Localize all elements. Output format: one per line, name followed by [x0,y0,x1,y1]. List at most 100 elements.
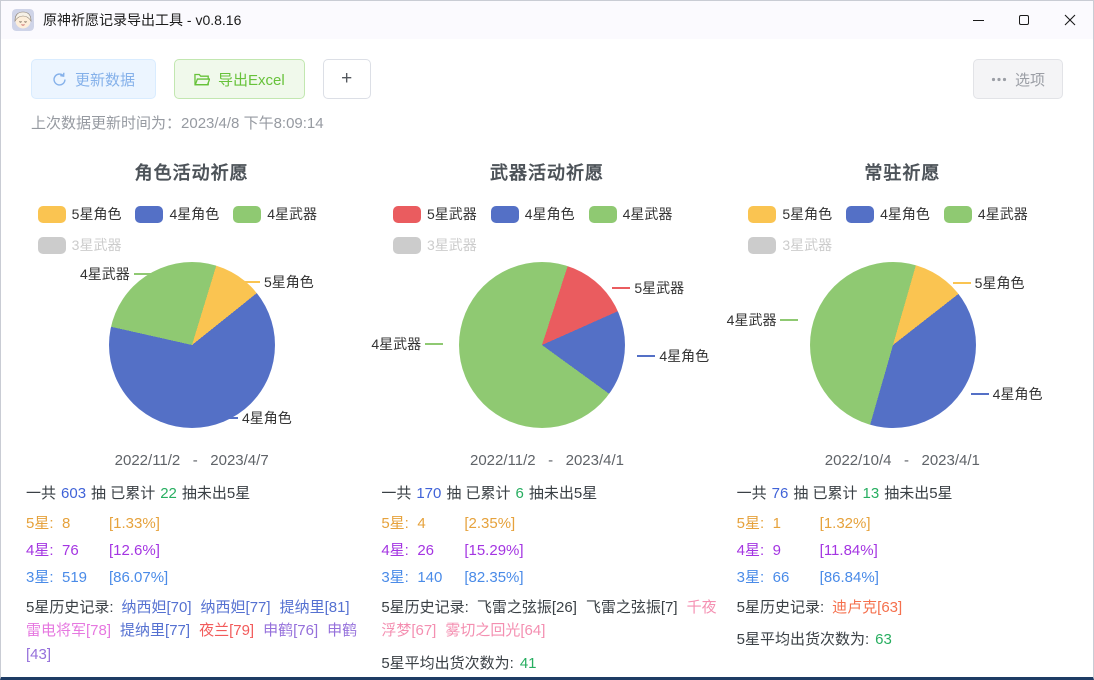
pie-slice-label: 5星角色 [949,273,1025,293]
history-entry: 雾切之回光[64] [445,622,546,640]
pie-label-text: 5星角色 [974,275,1025,291]
history-entry: 纳西妲[70] [121,599,192,616]
legend-marker [748,205,777,223]
legend-label: 3星武器 [782,237,833,253]
legend-item-3星武器[interactable]: 3星武器 [748,235,832,255]
total-line: 一共 603 抽 已累计 22 抽未出5星 [26,482,363,503]
legend-item-4星角色[interactable]: 4星角色 [846,204,930,224]
update-data-button[interactable]: 更新数据 [31,59,157,99]
pity-count: 13 [862,485,880,502]
star-stat-row: 5星: 1 [1.32%] [737,512,1074,533]
pie-chart-weapon-event[interactable] [459,262,626,428]
pie-label-text: 5星武器 [634,280,685,296]
star-percent: [86.07%] [109,569,169,586]
legend: 5星武器 4星角色 4星武器 3星武器 [392,204,701,255]
stats-block: 一共 603 抽 已累计 22 抽未出5星 5星: 8 [1.33%] 4星: 76 [12.6%]… [14,482,369,677]
minimize-button[interactable] [955,1,1001,39]
label-connector-line [133,273,152,275]
label-connector-line [612,287,631,289]
pie-slice-label: 4星角色 [967,384,1043,404]
window-controls [955,1,1093,39]
date-range: 2022/11/2 - 2023/4/1 [469,452,624,469]
legend-marker [233,205,262,223]
pie-slice-label: 4星武器 [371,334,447,354]
chart-column-standard: 常驻祈愿 5星角色 4星角色 4星武器 3星武器 5星角色 4星武器 4星角色 2022/10/… [725,145,1080,677]
chart-column-weapon-event: 武器活动祈愿 5星武器 4星角色 4星武器 3星武器 5星武器 4星角色 4星武器 2022/1… [369,145,724,677]
legend: 5星角色 4星角色 4星武器 3星武器 [748,204,1056,255]
history-entry: 飞雷之弦振[26] [476,599,577,616]
legend-item-5星武器[interactable]: 5星武器 [392,204,477,224]
label-connector-line [780,319,799,321]
legend-label: 5星角色 [782,206,833,222]
pie-slice-label: 4星武器 [80,264,156,284]
total-line-text: 抽 已累计 [446,485,511,502]
legend-label: 3星武器 [426,237,477,253]
star-count: 26 [417,542,435,559]
total-line-text: 抽未出5星 [528,485,598,502]
star-count: 1 [772,515,781,532]
legend-label: 3星武器 [71,237,122,253]
pie-label-text: 5星角色 [264,274,314,290]
pie-slice-label: 4星角色 [633,346,709,366]
legend-marker [943,205,972,223]
legend-item-4星武器[interactable]: 4星武器 [233,204,317,224]
legend-marker [392,236,421,254]
titlebar: 原神祈愿记录导出工具 - v0.8.16 [1,1,1093,39]
options-label: 选项 [1014,71,1045,89]
add-account-button[interactable]: + [322,59,371,99]
total-line-text: 一共 [736,485,767,502]
legend-item-4星角色[interactable]: 4星角色 [135,204,219,224]
pie-label-text: 4星角色 [992,386,1043,402]
star-stat-row: 3星: 140 [82.35%] [381,566,718,587]
history-label: 5星历史记录: [26,599,114,616]
maximize-icon [1019,15,1029,25]
legend-item-4星角色[interactable]: 4星角色 [490,204,575,224]
legend-item-3星武器[interactable]: 3星武器 [37,235,122,255]
star-label: 5星: [381,515,409,532]
history-label: 5星历史记录: [736,599,825,616]
pie-slice-label: 5星武器 [608,278,684,298]
label-connector-line [425,343,444,345]
legend-item-4星武器[interactable]: 4星武器 [588,204,672,224]
average-pity-label: 5星平均出货次数为: [736,631,870,649]
star-percent: [86.84%] [819,569,879,586]
star-stat-row: 5星: 4 [2.35%] [381,512,718,533]
toolbar: 更新数据 导出Excel + 选项 [31,59,1063,99]
date-range: 2022/11/2 - 2023/4/7 [114,452,269,469]
legend-label: 4星角色 [524,206,575,222]
legend-label: 4星角色 [169,206,220,222]
star-count: 4 [417,515,426,532]
star-count: 8 [62,515,71,532]
average-pity-line: 5星平均出货次数为: 41 [381,652,718,673]
star-label: 3星: [381,569,409,586]
average-pity-line: 5星平均出货次数为:72.62 [26,675,363,677]
legend-marker [588,205,617,223]
pie-label-text: 4星武器 [726,312,777,328]
legend-marker [37,205,66,223]
star-percent: [11.84%] [819,542,878,559]
star-count: 66 [772,569,790,586]
star-label: 4星: [26,542,54,559]
legend-marker [748,236,777,254]
pie-label-text: 4星武器 [371,336,422,352]
pie-slice-label: 5星角色 [238,272,314,292]
history-label: 5星历史记录: [381,599,469,616]
history-entry: 提纳里[81] [279,599,350,616]
maximize-button[interactable] [1001,1,1047,39]
average-pity-value: 41 [519,654,537,672]
legend-item-3星武器[interactable]: 3星武器 [392,235,477,255]
total-pulls-count: 76 [771,485,789,502]
options-button[interactable]: 选项 [972,59,1063,99]
legend-label: 4星角色 [880,206,930,222]
legend-item-5星角色[interactable]: 5星角色 [748,204,832,224]
star-count: 76 [62,542,79,559]
star-label: 5星: [26,515,54,532]
close-button[interactable] [1047,1,1093,39]
stats-block: 一共 170 抽 已累计 6 抽未出5星 5星: 4 [2.35%] 4星: 26 [15.29%]… [369,482,724,673]
export-excel-button[interactable]: 导出Excel [174,59,305,99]
legend-marker [135,205,164,223]
total-line: 一共 76 抽 已累计 13 抽未出5星 [737,482,1074,503]
legend-item-5星角色[interactable]: 5星角色 [37,204,121,224]
history-entry: 飞雷之弦振[7] [585,599,678,616]
legend-item-4星武器[interactable]: 4星武器 [943,204,1028,224]
